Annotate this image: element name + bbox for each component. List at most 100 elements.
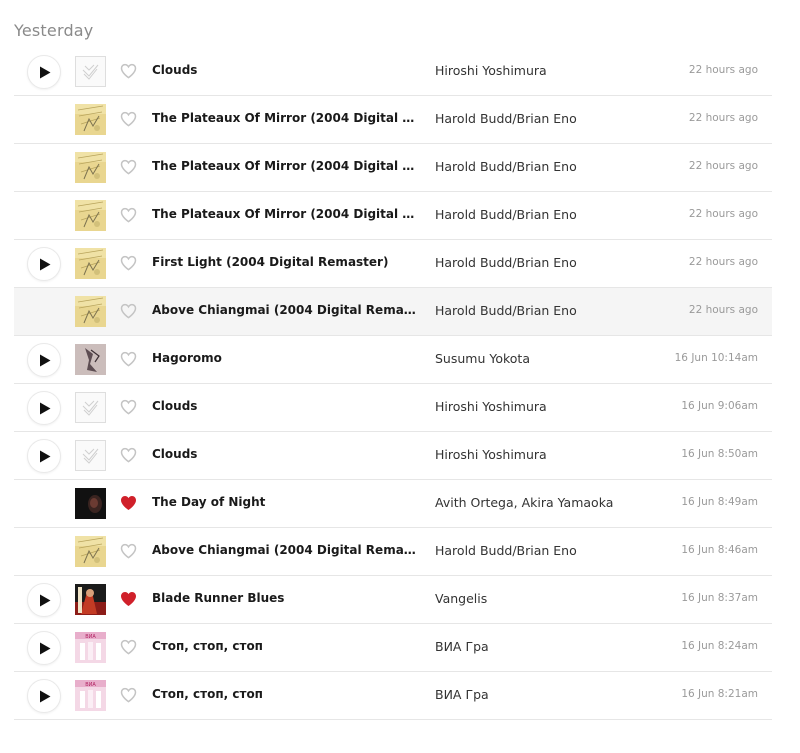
track-artist[interactable]: ВИА Гра [435,687,655,702]
plateaux-art[interactable] [75,248,106,279]
plateaux-art[interactable] [75,536,106,567]
heart-icon [120,639,137,655]
scrobble-time: 16 Jun 9:06am [681,400,758,412]
love-button[interactable] [120,639,137,655]
track-artist[interactable]: Hiroshi Yoshimura [435,63,655,78]
track-row-2: The Plateaux Of Mirror (2004 Digital Rem… [14,96,772,144]
track-list: Clouds Hiroshi Yoshimura 22 hours ago Th… [14,48,772,720]
track-row-7: Hagoromo Susumu Yokota 16 Jun 10:14am [14,336,772,384]
play-button[interactable] [27,679,61,713]
track-title[interactable]: Blade Runner Blues [152,591,422,605]
plateaux-art[interactable] [75,296,106,327]
track-artist[interactable]: Hiroshi Yoshimura [435,447,655,462]
track-title[interactable]: Above Chiangmai (2004 Digital Remaster) [152,303,422,317]
viagra-art[interactable]: ВИА [75,632,106,663]
love-button[interactable] [120,63,137,79]
love-button[interactable] [120,255,137,271]
placeholder-art[interactable] [75,56,106,87]
track-artist[interactable]: Harold Budd/Brian Eno [435,159,655,174]
track-row-3: The Plateaux Of Mirror (2004 Digital Rem… [14,144,772,192]
play-button[interactable] [27,439,61,473]
heart-icon [120,207,137,223]
play-icon [40,354,51,366]
love-button[interactable] [120,399,137,415]
love-button[interactable] [120,159,137,175]
heart-icon [120,111,137,127]
track-title[interactable]: Clouds [152,63,422,77]
track-row-6: Above Chiangmai (2004 Digital Remaster) … [14,288,772,336]
scrobble-time: 16 Jun 8:50am [681,448,758,460]
heart-icon [120,63,137,79]
track-title[interactable]: First Light (2004 Digital Remaster) [152,255,422,269]
track-title[interactable]: Above Chiangmai (2004 Digital Remaster) [152,543,422,557]
track-row-12: Blade Runner Blues Vangelis 16 Jun 8:37a… [14,576,772,624]
viagra-art[interactable]: ВИА [75,680,106,711]
play-icon [40,594,51,606]
scrobble-time: 22 hours ago [688,208,758,220]
track-title[interactable]: The Plateaux Of Mirror (2004 Digital Rem… [152,111,422,125]
heart-icon [120,687,137,703]
placeholder-art[interactable] [75,440,106,471]
placeholder-art[interactable] [75,392,106,423]
scrobble-time: 16 Jun 8:49am [681,496,758,508]
love-button[interactable] [120,207,137,223]
play-button[interactable] [27,583,61,617]
track-row-14: ВИА Стоп, стоп, стоп ВИА Гра 16 Jun 8:21… [14,672,772,720]
dark-art[interactable] [75,488,106,519]
track-artist[interactable]: Harold Budd/Brian Eno [435,543,655,558]
love-button[interactable] [120,351,137,367]
love-button-loved[interactable] [120,495,137,511]
track-artist[interactable]: Vangelis [435,591,655,606]
scrobble-time: 16 Jun 8:46am [681,544,758,556]
track-artist[interactable]: Harold Budd/Brian Eno [435,111,655,126]
play-button[interactable] [27,55,61,89]
track-artist[interactable]: Avith Ortega, Akira Yamaoka [435,495,655,510]
svg-text:ВИА: ВИА [85,634,96,640]
love-button[interactable] [120,303,137,319]
heart-icon [120,543,137,559]
plateaux-art[interactable] [75,104,106,135]
track-artist[interactable]: Hiroshi Yoshimura [435,399,655,414]
love-button[interactable] [120,687,137,703]
track-row-11: Above Chiangmai (2004 Digital Remaster) … [14,528,772,576]
track-row-8: Clouds Hiroshi Yoshimura 16 Jun 9:06am [14,384,772,432]
track-title[interactable]: Стоп, стоп, стоп [152,687,422,701]
track-title[interactable]: Clouds [152,399,422,413]
play-button[interactable] [27,343,61,377]
love-button[interactable] [120,111,137,127]
scrobble-time: 16 Jun 8:24am [681,640,758,652]
heart-icon [120,447,137,463]
heart-icon [120,351,137,367]
track-row-5: First Light (2004 Digital Remaster) Haro… [14,240,772,288]
track-row-10: The Day of Night Avith Ortega, Akira Yam… [14,480,772,528]
plateaux-art[interactable] [75,200,106,231]
play-button[interactable] [27,391,61,425]
track-title[interactable]: Hagoromo [152,351,422,365]
scrobble-time: 22 hours ago [688,64,758,76]
track-artist[interactable]: Susumu Yokota [435,351,655,366]
track-artist[interactable]: ВИА Гра [435,639,655,654]
love-button[interactable] [120,543,137,559]
heart-filled-icon [121,496,136,510]
play-icon [40,258,51,270]
track-artist[interactable]: Harold Budd/Brian Eno [435,303,655,318]
track-artist[interactable]: Harold Budd/Brian Eno [435,255,655,270]
track-row-4: The Plateaux Of Mirror (2004 Digital Rem… [14,192,772,240]
play-icon [40,642,51,654]
track-title[interactable]: The Plateaux Of Mirror (2004 Digital Rem… [152,207,422,221]
play-button[interactable] [27,631,61,665]
track-title[interactable]: The Day of Night [152,495,422,509]
track-row-1: Clouds Hiroshi Yoshimura 22 hours ago [14,48,772,96]
track-title[interactable]: Стоп, стоп, стоп [152,639,422,653]
plateaux-art[interactable] [75,152,106,183]
play-button[interactable] [27,247,61,281]
love-button-loved[interactable] [120,591,137,607]
bladerunner-art[interactable] [75,584,106,615]
heart-icon [120,303,137,319]
love-button[interactable] [120,447,137,463]
hagoromo-art[interactable] [75,344,106,375]
track-title[interactable]: The Plateaux Of Mirror (2004 Digital Rem… [152,159,422,173]
track-title[interactable]: Clouds [152,447,422,461]
track-artist[interactable]: Harold Budd/Brian Eno [435,207,655,222]
play-icon [40,690,51,702]
